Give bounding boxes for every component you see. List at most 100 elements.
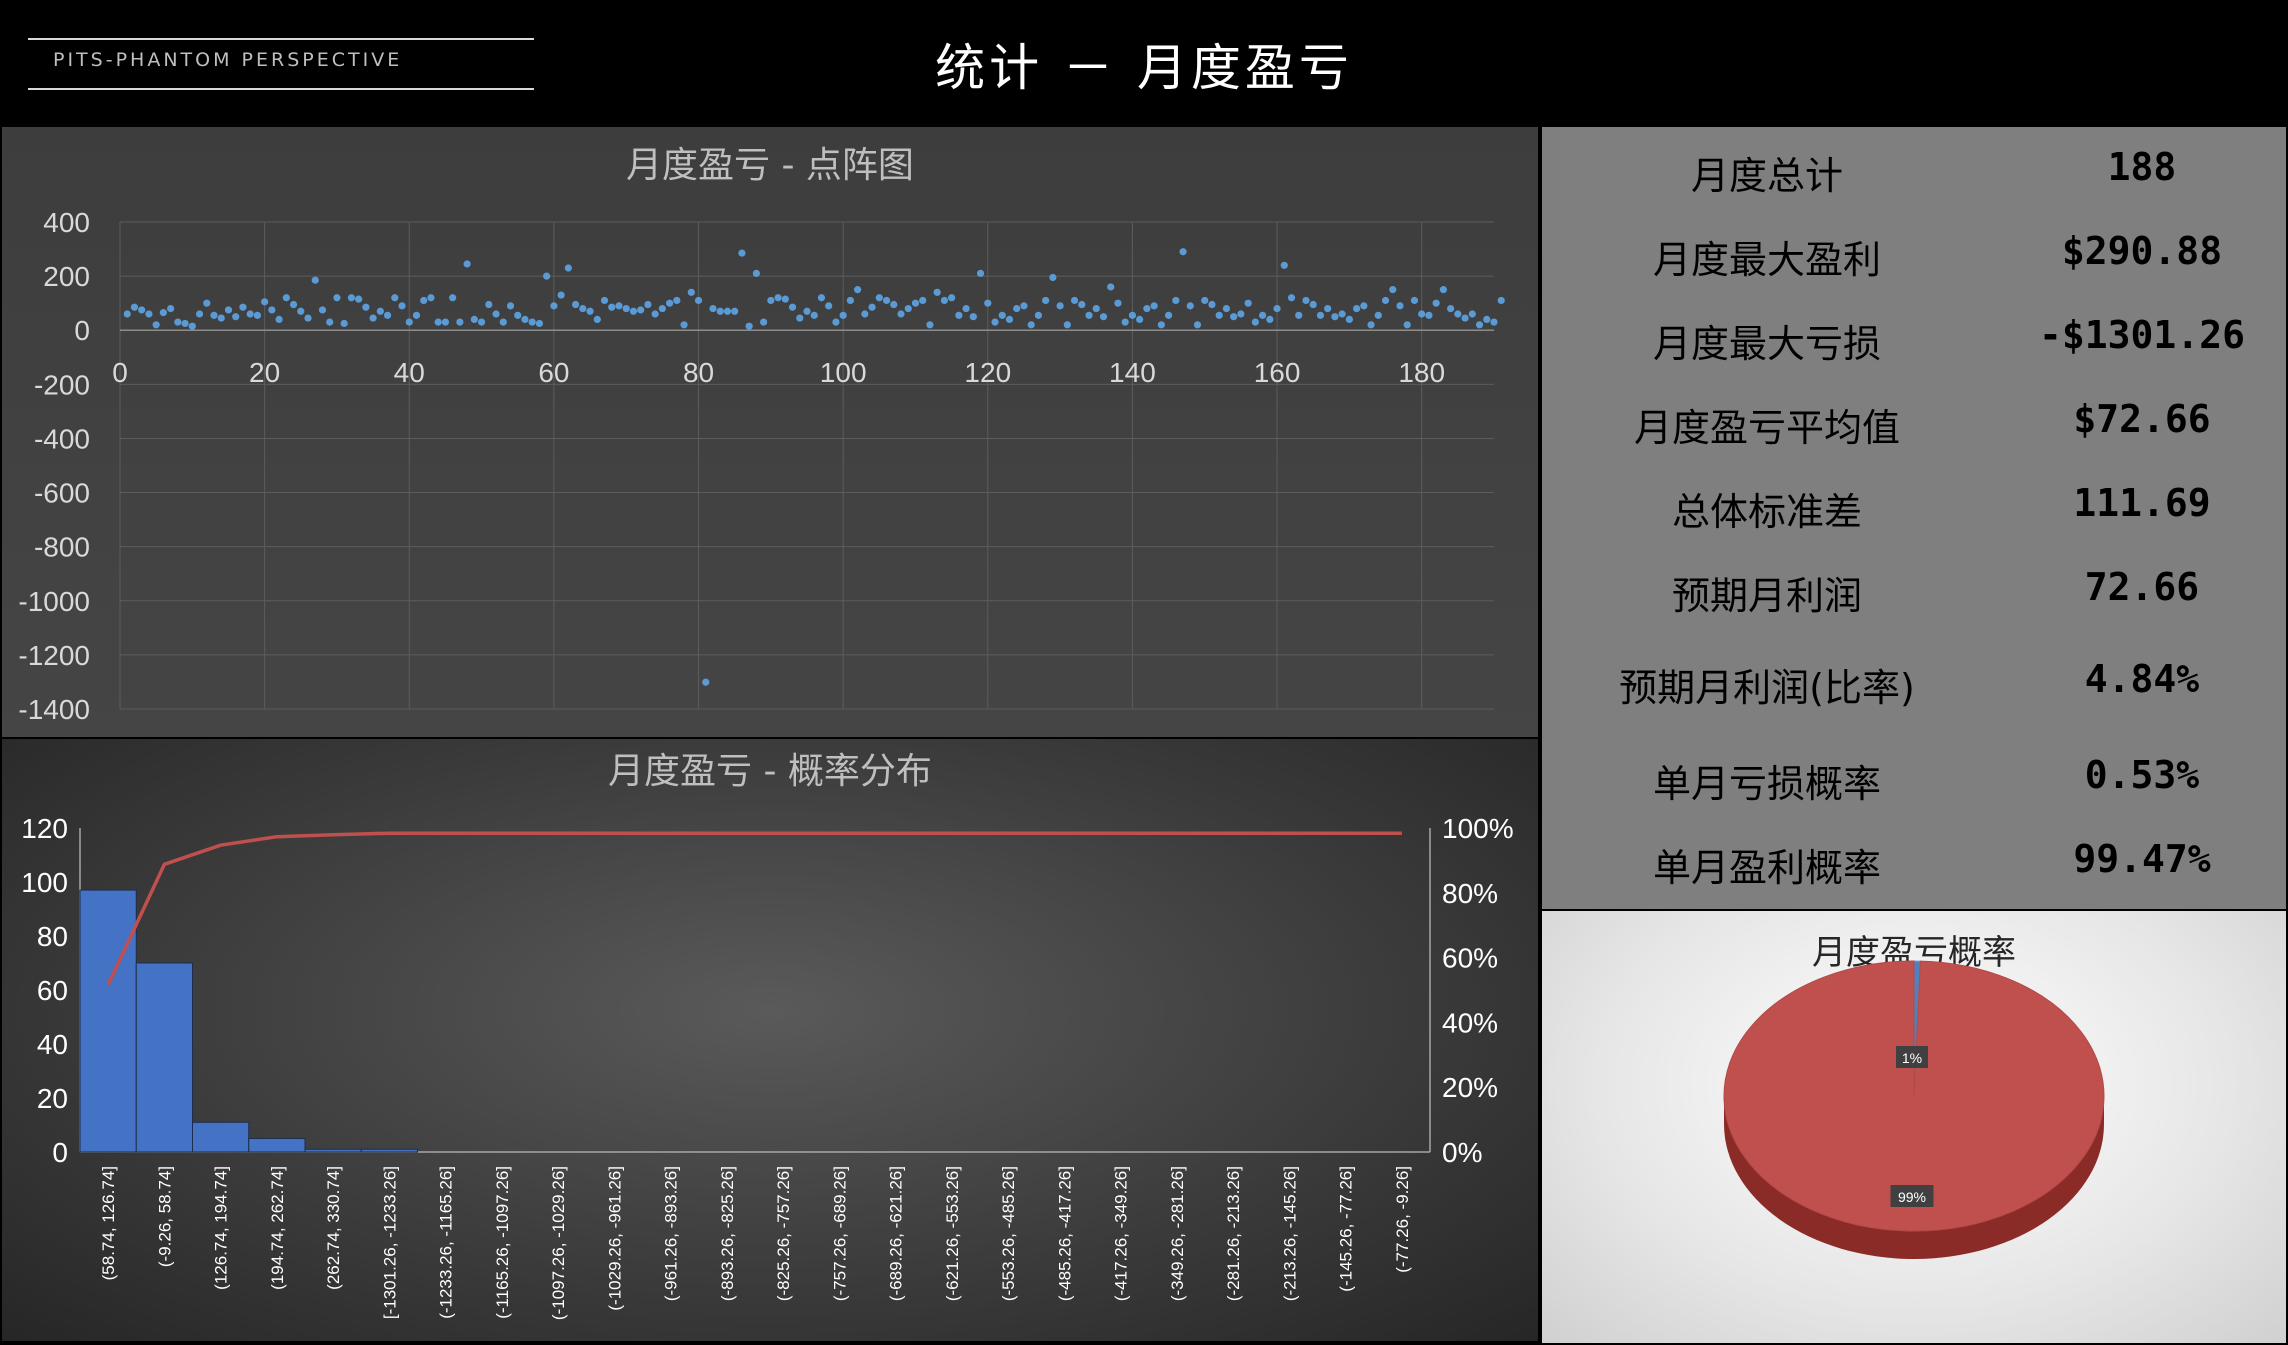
y-tick-label: -1400 xyxy=(18,694,90,725)
x-category-label: (126.74, 194.74] xyxy=(212,1166,231,1290)
scatter-point xyxy=(123,310,131,318)
stat-label: 月度总计 xyxy=(1690,154,1843,198)
scatter-point xyxy=(1410,296,1419,305)
scatter-point xyxy=(702,678,710,686)
y2-tick-label: 0% xyxy=(1442,1137,1482,1168)
x-tick-label: 120 xyxy=(964,357,1011,388)
scatter-point xyxy=(622,304,630,313)
scatter-point xyxy=(506,302,515,310)
x-category-label: (-893.26, -825.26] xyxy=(718,1166,737,1301)
scatter-point xyxy=(832,318,840,326)
scatter-point xyxy=(557,291,565,299)
x-category-label: (-77.26, -9.26] xyxy=(1393,1166,1412,1273)
scatter-point xyxy=(882,296,891,305)
scatter-point xyxy=(232,313,240,321)
scatter-point xyxy=(991,318,999,326)
stats-panel: 月度总计 188 月度最大盈利 $290.88 月度最大亏损 -$1301.26 月度盈亏平… xyxy=(1542,127,2286,909)
y2-tick-label: 100% xyxy=(1442,813,1514,844)
scatter-point xyxy=(1143,304,1151,313)
scatter-point xyxy=(1331,313,1339,321)
scatter-point xyxy=(666,299,674,307)
scatter-point xyxy=(1136,315,1144,323)
scatter-point xyxy=(1324,304,1332,313)
scatter-point xyxy=(1230,313,1238,321)
scatter-point xyxy=(383,311,392,319)
y-tick-label: 0 xyxy=(74,315,90,346)
scatter-point xyxy=(1389,286,1397,294)
stat-row: 月度总计 188 xyxy=(1542,145,2286,205)
scatter-point xyxy=(1020,302,1028,310)
scatter-point xyxy=(571,300,580,309)
x-category-label: (-553.26, -485.26] xyxy=(999,1166,1018,1301)
scatter-point xyxy=(846,296,854,305)
scatter-point xyxy=(1222,304,1231,313)
scatter-point xyxy=(1107,283,1115,291)
scatter-point xyxy=(311,276,319,284)
stat-value: 0.53% xyxy=(2084,753,2200,797)
scatter-point xyxy=(1367,321,1375,329)
scatter-point xyxy=(477,318,486,326)
scatter-point xyxy=(709,304,717,313)
scatter-point xyxy=(1049,273,1057,282)
stat-label: 总体标准差 xyxy=(1671,490,1862,534)
scatter-point xyxy=(1085,311,1093,319)
stat-value: 4.84% xyxy=(2084,657,2200,701)
x-category-label: (-9.26, 58.74] xyxy=(155,1166,174,1267)
scatter-point xyxy=(933,288,941,296)
scatter-point xyxy=(282,294,290,302)
scatter-point xyxy=(839,311,847,319)
scatter-point xyxy=(138,306,146,314)
y-tick-label: -600 xyxy=(34,478,90,509)
scatter-point xyxy=(969,313,977,321)
scatter-point xyxy=(868,303,876,311)
scatter-point xyxy=(1128,311,1137,319)
scatter-point xyxy=(441,318,450,326)
scatter-point xyxy=(796,314,804,322)
scatter-point xyxy=(1121,318,1129,326)
scatter-point xyxy=(326,318,334,326)
pie-label-profit: 99% xyxy=(1898,1189,1926,1205)
scatter-point xyxy=(919,296,927,305)
scatter-point xyxy=(224,306,233,314)
scatter-point xyxy=(130,303,139,311)
scatter-point xyxy=(752,269,760,278)
stat-value: 99.47% xyxy=(2073,837,2211,881)
scatter-point xyxy=(167,304,175,313)
scatter-point xyxy=(1497,296,1505,305)
scatter-point xyxy=(492,310,500,318)
scatter-point xyxy=(210,311,218,319)
scatter-point xyxy=(456,318,464,326)
scatter-point xyxy=(1266,315,1274,323)
x-category-label: (-417.26, -349.26] xyxy=(1112,1166,1131,1301)
scatter-point xyxy=(253,311,261,319)
scatter-point xyxy=(723,307,732,315)
scatter-point xyxy=(694,296,703,305)
scatter-point xyxy=(318,306,327,314)
x-category-label: (-1097.26, -1029.26] xyxy=(549,1166,568,1320)
stat-row: 月度盈亏平均值 $72.66 xyxy=(1542,397,2286,457)
scatter-point xyxy=(275,315,283,323)
scatter-point xyxy=(774,294,782,302)
stat-value: 111.69 xyxy=(2073,481,2211,525)
page-title: 统计 － 月度盈亏 xyxy=(935,39,1353,97)
x-category-label: (58.74, 126.74] xyxy=(99,1166,118,1280)
scatter-point xyxy=(420,296,428,305)
y-tick-label: -200 xyxy=(34,369,90,400)
scatter-point xyxy=(1078,300,1086,309)
histogram-bar xyxy=(79,889,137,1153)
x-category-label: (-349.26, -281.26] xyxy=(1168,1166,1187,1301)
scatter-point xyxy=(470,315,478,323)
scatter-point xyxy=(1374,311,1382,319)
scatter-point xyxy=(854,286,862,294)
y-tick-label: 400 xyxy=(43,207,90,238)
x-category-label: (-825.26, -757.26] xyxy=(774,1166,793,1301)
scatter-point xyxy=(1381,296,1390,305)
scatter-point xyxy=(463,260,471,268)
x-tick-label: 180 xyxy=(1398,357,1445,388)
y-tick-label: -1200 xyxy=(18,640,90,671)
scatter-point xyxy=(1215,311,1223,319)
histogram-bar xyxy=(360,1148,418,1153)
scatter-point xyxy=(760,318,768,326)
scatter-point xyxy=(615,302,623,310)
histogram-bar xyxy=(135,962,193,1153)
